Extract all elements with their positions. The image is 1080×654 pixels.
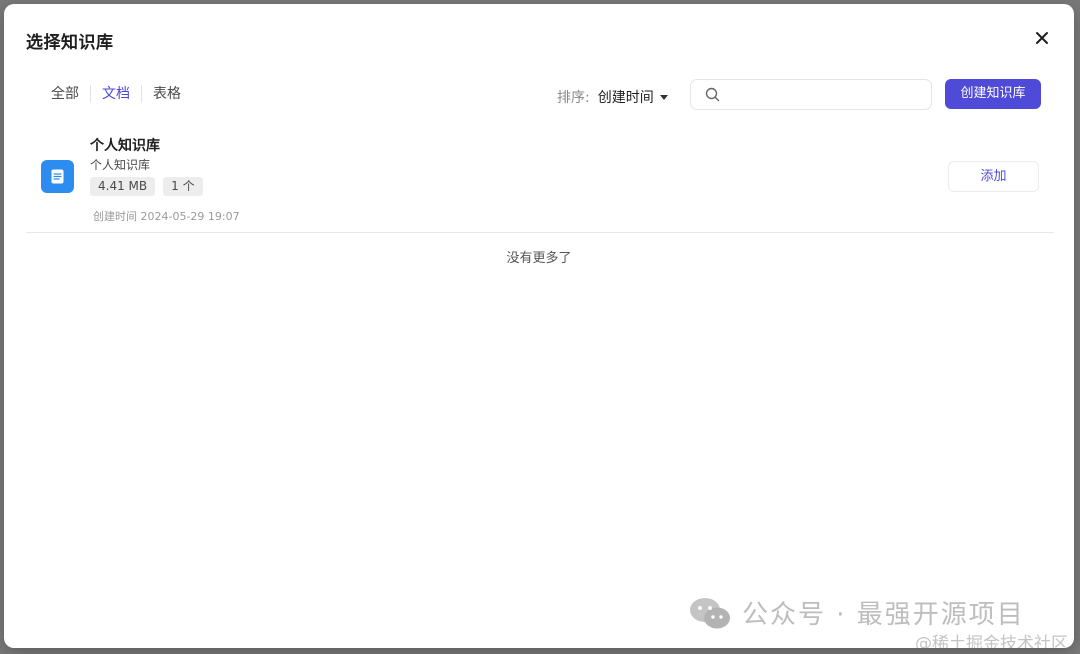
caret-down-icon[interactable] [659, 94, 668, 100]
close-button[interactable] [1032, 28, 1052, 48]
list-item: 个人知识库 个人知识库 4.41 MB 1 个 创建时间 2024-05-29 … [26, 126, 1054, 233]
tab-documents[interactable]: 文档 [91, 84, 141, 104]
item-created-time: 创建时间 2024-05-29 19:07 [93, 210, 240, 223]
wechat-icon [690, 597, 730, 628]
add-button[interactable]: 添加 [948, 161, 1039, 192]
search-input[interactable] [727, 84, 921, 106]
item-title: 个人知识库 [90, 138, 160, 154]
sort-label: 排序: [557, 90, 590, 106]
search-icon [705, 87, 720, 102]
search-box [690, 79, 932, 110]
watermark-subtext: @稀土掘金技术社区 [915, 634, 1068, 648]
watermark-text: 公众号 · 最强开源项目 [742, 600, 1025, 630]
item-tags: 4.41 MB 1 个 [90, 177, 211, 196]
tab-tables[interactable]: 表格 [142, 84, 192, 104]
dialog-title: 选择知识库 [26, 33, 114, 53]
tab-all[interactable]: 全部 [40, 84, 90, 104]
sort-dropdown[interactable]: 创建时间 [598, 87, 654, 107]
item-description: 个人知识库 [90, 158, 151, 172]
select-knowledge-base-dialog: 选择知识库 全部 文档 表格 排序: 创建时间 创建知识库 个人知识库 个人知识… [4, 4, 1074, 648]
list-end-text: 没有更多了 [506, 251, 572, 266]
close-icon [1036, 32, 1048, 44]
create-knowledge-base-button[interactable]: 创建知识库 [945, 79, 1041, 109]
watermark: 公众号 · 最强开源项目 [688, 594, 1025, 631]
sort-control: 排序: 创建时间 [557, 87, 668, 107]
filter-tabs: 全部 文档 表格 [40, 84, 192, 104]
document-icon [41, 160, 74, 193]
count-badge: 1 个 [163, 177, 203, 196]
size-badge: 4.41 MB [90, 177, 156, 196]
